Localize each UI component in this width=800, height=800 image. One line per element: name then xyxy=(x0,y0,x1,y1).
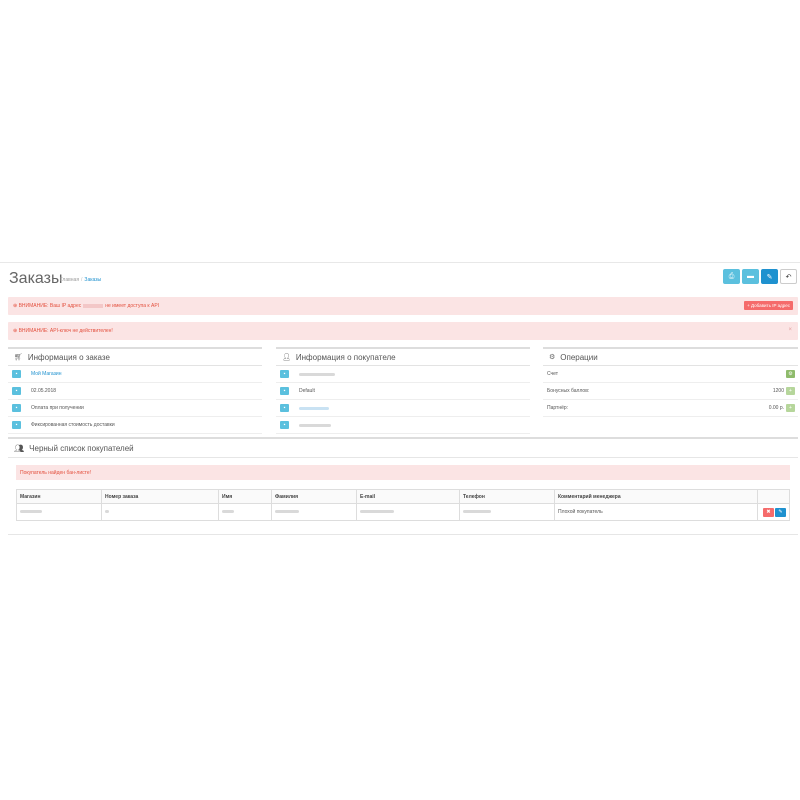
pencil-icon: ✎ xyxy=(766,273,773,281)
col-manager-comment: Комментарий менеджера xyxy=(554,489,758,504)
calendar-icon: ▪ xyxy=(12,387,21,395)
api-key-alert: ⊕ ВНИМАНИЕ: API-ключ не действителен! × xyxy=(8,322,798,340)
order-info-panel: 🛒︎ Информация о заказе ▪ Мой Магазин ▪ 02.0… xyxy=(8,347,262,434)
back-button[interactable]: ↶ xyxy=(780,269,797,284)
order-info-title: Информация о заказе xyxy=(27,352,110,362)
print-shipping-button[interactable]: ▬ xyxy=(742,269,759,284)
operations-panel: ⚙ Операции Счет ⚙ Бонусных баллов: 1200 + Па… xyxy=(543,347,798,417)
col-email: E-mail xyxy=(356,489,460,504)
shipping-method: Фиксированная стоимость доставки xyxy=(31,422,115,428)
generate-invoice-button[interactable]: ⚙ xyxy=(786,370,795,378)
add-commission-button[interactable]: + xyxy=(786,404,795,412)
print-icon: ⎙ xyxy=(728,272,735,280)
toolbar: ⎙ ▬ ✎ ↶ xyxy=(723,269,797,284)
table-row: Плохой покупатель ✖ ✎ xyxy=(16,503,790,521)
group-icon: ▪ xyxy=(280,387,289,395)
edit-button[interactable]: ✎ xyxy=(761,269,778,284)
bonus-label: Бонусных баллов: xyxy=(547,388,590,394)
partner-value: 0.00 р. xyxy=(768,405,784,411)
redacted-email xyxy=(360,510,394,513)
reply-icon: ↶ xyxy=(785,273,792,281)
redacted-store xyxy=(20,510,42,513)
col-phone: Телефон xyxy=(459,489,555,504)
cart-icon: 🛒︎ xyxy=(14,354,23,361)
user-icon: ▪ xyxy=(280,370,289,378)
redacted-customer-name xyxy=(299,372,335,376)
breadcrumb: Главная / Заказы xyxy=(60,277,102,283)
user-icon: 👤︎ xyxy=(282,354,291,361)
print-invoice-button[interactable]: ⎙ xyxy=(723,269,740,284)
customer-info-panel: 👤︎ Информация о покупателе ▪ ▪ Default ▪ ▪ xyxy=(276,347,530,434)
add-bonus-button[interactable]: + xyxy=(786,387,795,395)
delete-button[interactable]: ✖ xyxy=(763,507,774,517)
cart-icon: ▪ xyxy=(12,370,21,378)
col-order-number: Номер заказа xyxy=(101,489,219,504)
manager-comment: Плохой покупатель xyxy=(554,503,758,521)
redacted-ip xyxy=(83,303,104,308)
redacted-email xyxy=(299,406,329,410)
breadcrumb-home[interactable]: Главная xyxy=(60,277,79,283)
blacklist-panel: 👥︎ Черный список покупателей Покупатель н… xyxy=(8,437,798,535)
credit-card-icon: ▪ xyxy=(12,404,21,412)
redacted-phone xyxy=(463,510,491,513)
col-actions xyxy=(757,489,790,504)
truck-icon: ▪ xyxy=(12,421,21,429)
user-ban-icon: 👥︎ xyxy=(14,443,25,453)
col-first-name: Имя xyxy=(218,489,272,504)
edit-row-button[interactable]: ✎ xyxy=(775,507,786,517)
email-icon: ▪ xyxy=(280,404,289,412)
api-key-warning: ⊕ ВНИМАНИЕ: API-ключ не действителен! xyxy=(13,328,113,334)
ip-warning-prefix: ⊕ ВНИМАНИЕ: Ваш IP адрес xyxy=(13,303,82,309)
blacklist-title: Черный список покупателей xyxy=(29,443,134,453)
customer-info-title: Информация о покупателе xyxy=(295,352,396,362)
close-icon[interactable]: × xyxy=(788,327,792,333)
col-store: Магазин xyxy=(16,489,102,504)
store-link[interactable]: Мой Магазин xyxy=(31,371,61,377)
ip-warning-alert: ⊕ ВНИМАНИЕ: Ваш IP адрес не имеет доступа… xyxy=(8,297,798,315)
customer-group: Default xyxy=(299,388,315,394)
operations-title: Операции xyxy=(560,352,598,362)
add-ip-button[interactable]: + Добавить IP адрес xyxy=(744,301,793,310)
col-last-name: Фамилия xyxy=(271,489,357,504)
blacklist-table: Магазин Номер заказа Имя Фамилия E-mail … xyxy=(16,489,790,521)
order-date: 02.05.2018 xyxy=(31,388,57,394)
redacted-first-name xyxy=(222,510,234,513)
truck-icon: ▬ xyxy=(747,273,754,280)
blacklist-alert: Покупатель найден бан-листе! xyxy=(16,465,790,480)
gear-icon: ⚙ xyxy=(549,354,556,361)
breadcrumb-orders[interactable]: Заказы xyxy=(84,277,101,283)
invoice-label: Счет xyxy=(547,371,559,377)
phone-icon: ▪ xyxy=(280,421,289,429)
ip-warning-suffix: не имеет доступа к API xyxy=(105,303,160,309)
bonus-value: 1200 xyxy=(772,388,784,394)
partner-label: Партнёр: xyxy=(547,405,569,411)
redacted-last-name xyxy=(275,510,299,513)
redacted-order-number xyxy=(105,510,109,513)
payment-method: Оплата при получении xyxy=(31,405,84,411)
redacted-phone xyxy=(299,423,331,427)
page-title: Заказы xyxy=(9,270,63,287)
